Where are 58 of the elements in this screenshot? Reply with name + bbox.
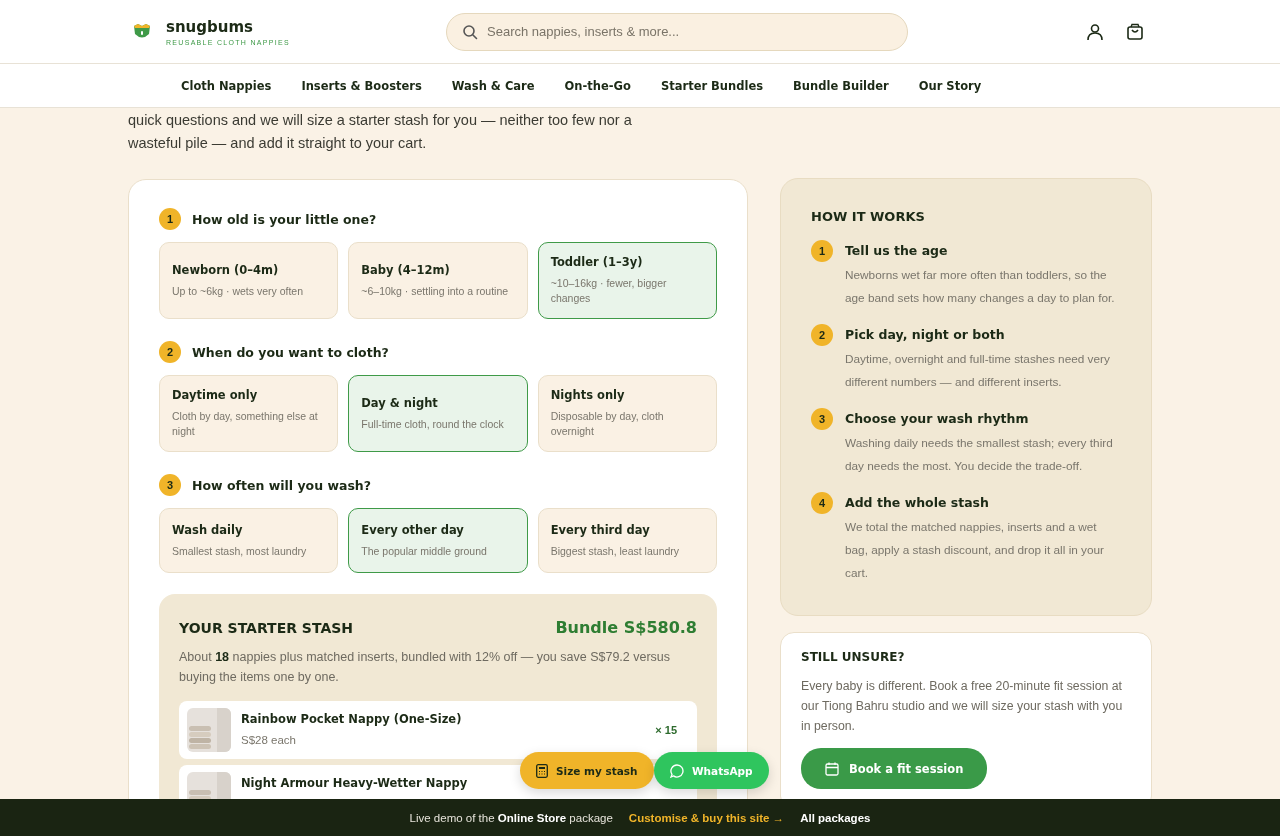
chat-icon bbox=[670, 763, 684, 778]
step-number: 1 bbox=[159, 208, 181, 230]
demo-text: Live demo of the Online Store package bbox=[409, 811, 613, 824]
card-title: STILL UNSURE? bbox=[801, 650, 906, 664]
option-card[interactable]: Every third day Biggest stash, least laundry bbox=[537, 508, 717, 573]
option-card[interactable]: Toddler (1–3y) ~10–16kg · fewer, bigger changes bbox=[537, 242, 717, 319]
nav-link[interactable]: Cloth Nappies bbox=[181, 78, 272, 93]
quantity: × 15 bbox=[655, 724, 677, 736]
packages-link[interactable]: All packages bbox=[800, 811, 871, 824]
option-card[interactable]: Every other day The popular middle ground bbox=[348, 508, 528, 573]
nav-link[interactable]: On-the-Go bbox=[564, 78, 631, 93]
product-name: Rainbow Pocket Nappy (One-Size) bbox=[241, 712, 462, 726]
step-number: 2 bbox=[811, 324, 833, 346]
option-card[interactable]: Newborn (0–4m) Up to ~6kg · wets very often bbox=[159, 242, 339, 319]
calculator-icon bbox=[536, 763, 548, 778]
step-title: Tell us the age bbox=[845, 242, 949, 260]
bundle-price: Bundle S$580.8 bbox=[555, 618, 697, 637]
step-title: Pick day, night or both bbox=[845, 326, 1006, 344]
step-text: Daytime, overnight and full-time stashes need very different numbers — and different inserts. bbox=[845, 351, 1111, 391]
step-title: Choose your wash rhythm bbox=[845, 410, 1030, 428]
question-title: How often will you wash? bbox=[192, 477, 371, 493]
option-card[interactable]: Baby (4–12m) ~6–10kg · settling into a routine bbox=[348, 242, 528, 319]
intro-text: quick questions and we will size a starter stash for you — neither too few nor a wasteful pile — and add it straight to your cart. bbox=[128, 111, 633, 153]
step-number: 4 bbox=[811, 492, 833, 514]
option-card[interactable]: Nights only Disposable by day, cloth overnight bbox=[537, 375, 717, 452]
option-card[interactable]: Wash daily Smallest stash, most laundry bbox=[159, 508, 339, 573]
step-number: 3 bbox=[811, 408, 833, 430]
question-title: How old is your little one? bbox=[192, 211, 377, 227]
stash-title: YOUR STARTER STASH bbox=[179, 619, 354, 636]
option-card[interactable]: Daytime only Cloth by day, something else at night bbox=[159, 375, 339, 452]
nav-link[interactable]: Wash & Care bbox=[451, 78, 535, 93]
buy-link[interactable]: Customise & buy this site → bbox=[628, 811, 785, 824]
step-title: Add the whole stash bbox=[845, 494, 990, 512]
nav-link[interactable]: Inserts & Boosters bbox=[301, 78, 422, 93]
book-button[interactable]: Book a fit session bbox=[801, 748, 988, 789]
step-text: We total the matched nappies, inserts and a wet bag, apply a stash discount, and drop it all in your cart. bbox=[845, 519, 1106, 582]
nav-link[interactable]: Our Story bbox=[918, 78, 982, 93]
product-price: S$28 each bbox=[241, 734, 297, 746]
step-number: 2 bbox=[159, 341, 181, 363]
account-icon[interactable] bbox=[1086, 22, 1104, 41]
step-text: Newborns wet far more often than toddlers, so the age band sets how many changes a day to plan for. bbox=[845, 267, 1116, 307]
step-text: Washing daily needs the smallest stash; every third day needs the most. You decide the trade-off. bbox=[845, 435, 1114, 475]
calendar-icon bbox=[825, 761, 839, 776]
brand-name[interactable]: snugbums bbox=[166, 17, 290, 36]
product-name: Night Armour Heavy-Wetter Nappy bbox=[241, 776, 468, 790]
size-stash-button[interactable]: Size my stash bbox=[520, 752, 654, 789]
cart-icon[interactable] bbox=[1126, 22, 1144, 41]
nav-link[interactable]: Bundle Builder bbox=[793, 78, 889, 93]
search-field[interactable]: Search nappies, inserts & more... bbox=[446, 12, 908, 51]
stash-summary: About 18 nappies plus matched inserts, bundled with 12% off — you save S$79.2 versus buying the items one by one. bbox=[179, 649, 672, 686]
option-card[interactable]: Day & night Full-time cloth, round the clock bbox=[348, 375, 528, 452]
search-icon bbox=[462, 23, 478, 40]
card-text: Every baby is different. Book a free 20-minute fit session at our Tiong Bahru studio and we will size your stash with you in person. bbox=[801, 678, 1124, 735]
step-number: 3 bbox=[159, 474, 181, 496]
question-title: When do you want to cloth? bbox=[192, 344, 389, 360]
step-number: 1 bbox=[811, 240, 833, 262]
nav-link[interactable]: Starter Bundles bbox=[660, 78, 764, 93]
panel-title: HOW IT WORKS bbox=[811, 209, 926, 224]
